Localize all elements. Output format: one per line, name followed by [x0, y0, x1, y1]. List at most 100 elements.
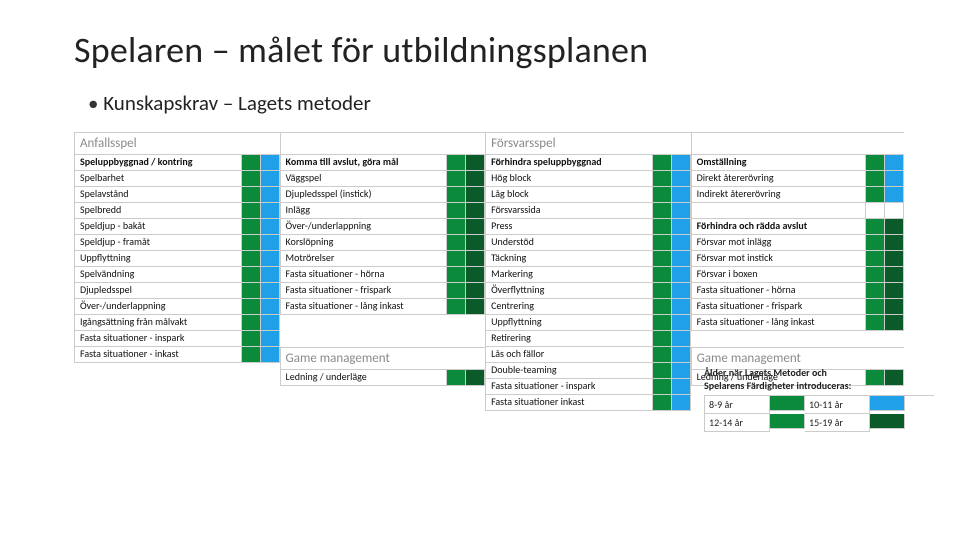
- table-row: Lås och fällor: [485, 347, 691, 363]
- table-row: Igångsättning från målvakt: [74, 315, 280, 331]
- legend-swatch: [770, 396, 805, 411]
- row-label: Motrörelser: [281, 251, 448, 266]
- table-row: Överflyttning: [485, 283, 691, 299]
- color-swatch: [866, 171, 885, 186]
- color-swatch: [653, 251, 672, 266]
- color-swatch: [672, 347, 691, 362]
- legend-title-line2: Spelarens Färdigheter introduceras:: [704, 379, 851, 392]
- table-row: Fasta situationer - inspark: [74, 331, 280, 347]
- table-row: Fasta situationer inkast: [485, 395, 691, 411]
- color-swatch: [885, 251, 904, 266]
- color-swatch: [885, 283, 904, 298]
- row-label: Fasta situationer - hörna: [692, 283, 866, 298]
- row-label: Fasta situationer - inspark: [486, 379, 653, 394]
- color-swatch: [866, 283, 885, 298]
- section-header: Anfallsspel: [74, 132, 280, 155]
- color-swatch: [466, 370, 485, 385]
- color-swatch: [885, 171, 904, 186]
- row-label: Understöd: [486, 235, 653, 250]
- row-label: Igångsättning från målvakt: [75, 315, 242, 330]
- table-row: Spelavstånd: [74, 187, 280, 203]
- row-label: Förhindra och rädda avslut: [692, 219, 866, 234]
- row-label: Centrering: [486, 299, 653, 314]
- row-label: Indirekt återerövring: [692, 187, 866, 202]
- table-row: Försvar i boxen: [691, 267, 904, 283]
- color-swatch: [653, 219, 672, 234]
- color-swatch: [242, 251, 261, 266]
- table-row: Fasta situationer - hörna: [280, 267, 486, 283]
- section-header: [691, 132, 904, 155]
- slide: Spelaren – målet för utbildningsplanen K…: [0, 0, 960, 540]
- color-swatch: [261, 187, 280, 202]
- color-swatch: [466, 171, 485, 186]
- color-swatch: [242, 267, 261, 282]
- table-row: Fasta situationer - frispark: [280, 283, 486, 299]
- color-swatch: [447, 155, 466, 170]
- row-label: Fasta situationer - inkast: [75, 347, 242, 362]
- row-label: Markering: [486, 267, 653, 282]
- table-row: Uppflyttning: [485, 315, 691, 331]
- color-swatch: [242, 315, 261, 330]
- table-row: Indirekt återerövring: [691, 187, 904, 203]
- row-label: Täckning: [486, 251, 653, 266]
- table-row: Fasta situationer - frispark: [691, 299, 904, 315]
- legend: Ålder när Lagets Metoder och Spelarens F…: [704, 367, 934, 432]
- color-swatch: [447, 171, 466, 186]
- color-swatch: [653, 379, 672, 394]
- section-footer-header: Game management: [280, 347, 486, 370]
- color-swatch: [242, 203, 261, 218]
- row-label: Direkt återerövring: [692, 171, 866, 186]
- row-label: Spelvändning: [75, 267, 242, 282]
- color-swatch: [466, 283, 485, 298]
- color-swatch: [447, 187, 466, 202]
- color-swatch: [447, 283, 466, 298]
- table-row: Motrörelser: [280, 251, 486, 267]
- color-swatch: [261, 203, 280, 218]
- legend-swatch: [770, 414, 805, 429]
- color-swatch: [466, 267, 485, 282]
- color-swatch: [672, 363, 691, 378]
- color-swatch: [447, 219, 466, 234]
- color-swatch: [242, 235, 261, 250]
- row-label: Uppflyttning: [75, 251, 242, 266]
- table-row: Omställning: [691, 155, 904, 171]
- table-row: Försvarssida: [485, 203, 691, 219]
- row-label: Korslöpning: [281, 235, 448, 250]
- color-swatch: [466, 187, 485, 202]
- section-header: Försvarsspel: [485, 132, 691, 155]
- table-row: Fasta situationer - lång inkast: [280, 299, 486, 315]
- color-swatch: [261, 347, 280, 362]
- color-swatch: [261, 315, 280, 330]
- table-row: Fasta situationer - hörna: [691, 283, 904, 299]
- color-swatch: [885, 203, 904, 218]
- color-swatch: [447, 203, 466, 218]
- table-row: Press: [485, 219, 691, 235]
- legend-label: 10-11 år: [805, 396, 870, 414]
- color-swatch: [261, 331, 280, 346]
- row-label: Spelbredd: [75, 203, 242, 218]
- color-swatch: [885, 187, 904, 202]
- color-swatch: [242, 283, 261, 298]
- color-swatch: [672, 203, 691, 218]
- slide-title: Spelaren – målet för utbildningsplanen: [74, 28, 904, 72]
- color-swatch: [242, 187, 261, 202]
- color-swatch: [672, 171, 691, 186]
- column: FörsvarsspelFörhindra speluppbyggnadHög …: [485, 132, 691, 411]
- color-swatch: [447, 251, 466, 266]
- color-swatch: [242, 155, 261, 170]
- row-label: Retirering: [486, 331, 653, 346]
- color-swatch: [866, 235, 885, 250]
- color-swatch: [653, 235, 672, 250]
- legend-label: 8-9 år: [705, 396, 770, 414]
- color-swatch: [653, 315, 672, 330]
- row-label: Komma till avslut, göra mål: [281, 155, 448, 170]
- row-label: Väggspel: [281, 171, 448, 186]
- table-row: Hög block: [485, 171, 691, 187]
- color-swatch: [653, 331, 672, 346]
- row-label: Speldjup - bakåt: [75, 219, 242, 234]
- color-swatch: [261, 283, 280, 298]
- legend-swatch: [870, 414, 905, 429]
- color-swatch: [653, 203, 672, 218]
- table-row: Komma till avslut, göra mål: [280, 155, 486, 171]
- legend-title-line1: Ålder när Lagets Metoder och: [704, 366, 827, 379]
